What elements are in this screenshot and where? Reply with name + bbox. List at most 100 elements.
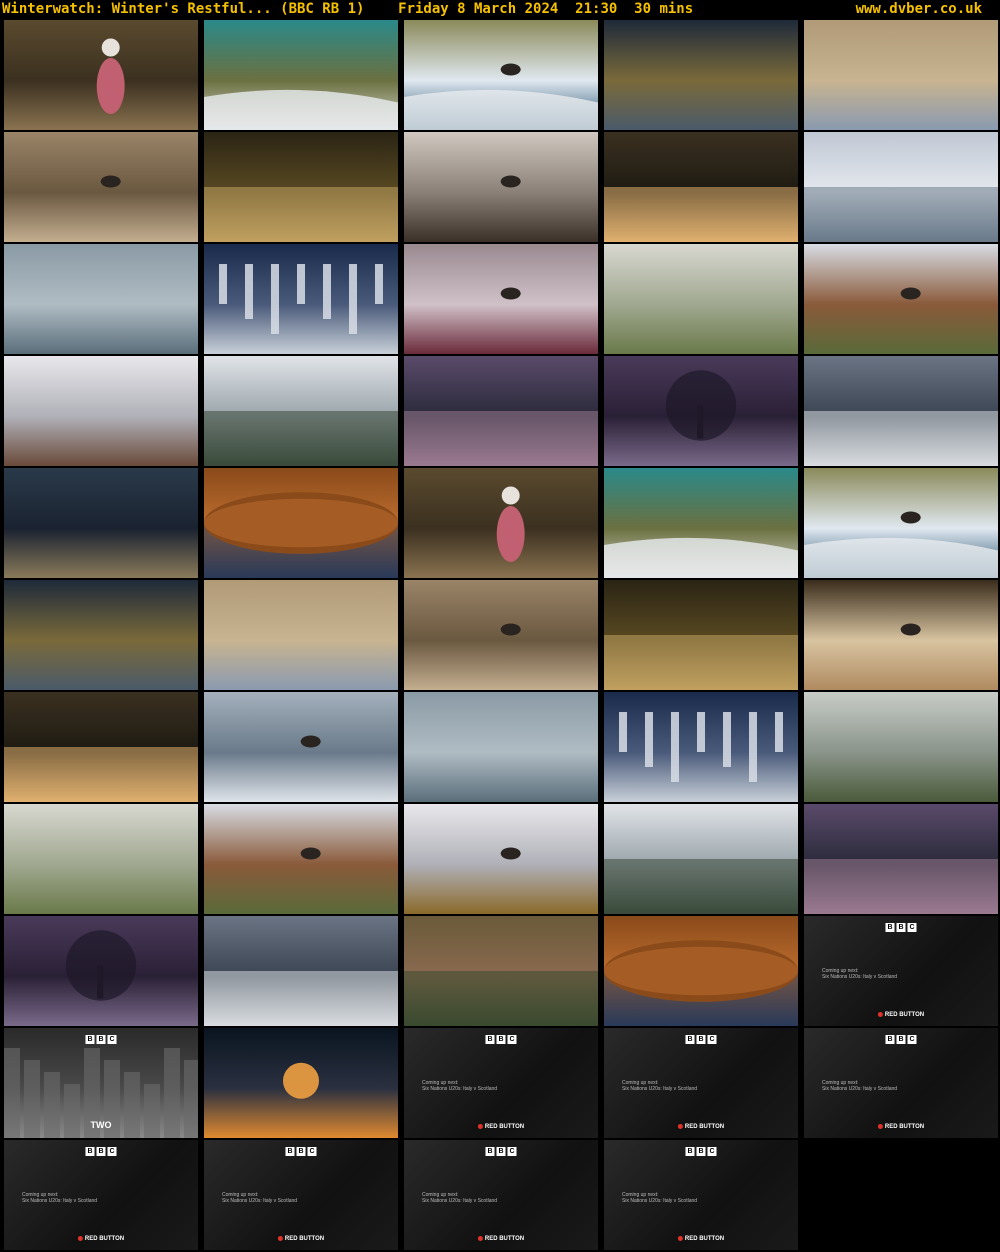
thumbnail-purple-tree[interactable]	[4, 916, 198, 1026]
next-programme: Six Nations U20s: Italy v Scotland	[222, 1198, 298, 1204]
thumbnail-image	[804, 692, 998, 802]
thumbnail-image	[204, 580, 398, 690]
bbc-logo-letter: C	[907, 923, 917, 932]
thumbnail-presenter-woods[interactable]	[4, 20, 198, 130]
bbc-logo: BBC	[485, 1147, 517, 1156]
thumbnail-pine-frost[interactable]	[604, 244, 798, 354]
thumbnail-misty-slope[interactable]	[404, 692, 598, 802]
site-link[interactable]: www.dvber.co.uk	[856, 0, 982, 18]
thumbnail-image	[604, 468, 798, 578]
thumbnail-image	[204, 244, 398, 354]
thumbnail-image	[4, 20, 198, 130]
thumbnail-reflected-clouds[interactable]	[204, 916, 398, 1026]
thumbnail-sunlit-pool[interactable]	[204, 132, 398, 242]
bbc-logo-letter: B	[85, 1035, 95, 1044]
thumbnail-bbc-card[interactable]: B B C Coming up next: Six Nations U20s: Ital…	[404, 1028, 598, 1138]
thumbnail-misty-slope[interactable]	[4, 244, 198, 354]
bbc-logo-letter: B	[96, 1147, 106, 1156]
coming-up-text: Coming up next: Six Nations U20s: Italy v…	[422, 1192, 497, 1204]
thumbnail-aerial-beach[interactable]	[604, 468, 798, 578]
bbc-logo-letter: C	[707, 1147, 717, 1156]
thumbnail-frosty-rocks[interactable]	[4, 468, 198, 578]
thumbnail-bbc-card[interactable]: B B C Coming up next: Six Nations U20s: Ital…	[404, 1140, 598, 1250]
coming-up-text: Coming up next: Six Nations U20s: Italy v…	[622, 1080, 697, 1092]
bbc-logo: BBC	[885, 1035, 917, 1044]
bbc-logo: BBC	[685, 1147, 717, 1156]
thumbnail-reflected-clouds[interactable]	[804, 356, 998, 466]
thumbnail-cormorant[interactable]	[404, 132, 598, 242]
thumbnail-bbc-card[interactable]: B B C Coming up next: Six Nations U20s: Ital…	[804, 916, 998, 1026]
thumbnail-presenter-woods[interactable]	[404, 468, 598, 578]
thumbnail-image	[4, 692, 198, 802]
thumbnail-sunlit-pool[interactable]	[604, 580, 798, 690]
thumbnail-image	[604, 916, 798, 1026]
thumbnail-aerial-beach[interactable]	[204, 20, 398, 130]
thumbnail-image	[204, 916, 398, 1026]
thumbnail-image	[604, 804, 798, 914]
bbc-logo-letter: B	[485, 1147, 495, 1156]
thumbnail-heron[interactable]	[804, 580, 998, 690]
bbc-logo-letter: B	[696, 1147, 706, 1156]
thumbnail-purple-loch-house[interactable]	[404, 356, 598, 466]
bbc-logo: BBC	[85, 1035, 117, 1044]
thumbnail-bbc-two-city[interactable]: B B C TWO	[4, 1028, 198, 1138]
thumbnail-reeds[interactable]	[204, 580, 398, 690]
thumbnail-frosty-pine[interactable]	[804, 692, 998, 802]
bbc-logo-letter: B	[496, 1035, 506, 1044]
thumbnail-berries-blackbird[interactable]	[404, 244, 598, 354]
thumbnail-autumn-hill-reflection[interactable]	[604, 916, 798, 1026]
thumbnail-snowy-field-river[interactable]	[204, 356, 398, 466]
bbc-logo-letter: B	[296, 1147, 306, 1156]
thumbnail-heron-flight-snow[interactable]	[204, 692, 398, 802]
thumbnail-snowy-mountain-loch[interactable]	[804, 132, 998, 242]
thumbnail-reed-birds[interactable]	[4, 132, 198, 242]
next-programme: Six Nations U20s: Italy v Scotland	[22, 1198, 98, 1204]
thumbnail-dark-ripples[interactable]	[4, 580, 198, 690]
thumbnail-snowy-branch-birds[interactable]	[204, 804, 398, 914]
red-button-label: RED BUTTON	[478, 1124, 524, 1130]
thumbnail-bbc-card[interactable]: B B C Coming up next: Six Nations U20s: Ital…	[604, 1140, 798, 1250]
thumbnail-image	[604, 356, 798, 466]
thumbnail-image	[804, 580, 998, 690]
bbc-logo-letter: B	[685, 1035, 695, 1044]
thumbnail-reed-birds[interactable]	[404, 580, 598, 690]
thumbnail-sunset-river[interactable]	[4, 692, 198, 802]
thumbnail-icicles[interactable]	[204, 244, 398, 354]
thumbnail-snowy-field-river[interactable]	[604, 804, 798, 914]
thumbnail-icicles[interactable]	[604, 692, 798, 802]
thumbnail-reed-shore-reflection[interactable]	[404, 916, 598, 1026]
coming-up-text: Coming up next: Six Nations U20s: Italy v…	[622, 1192, 697, 1204]
thumbnail-bbc-card[interactable]: B B C Coming up next: Six Nations U20s: Ital…	[804, 1028, 998, 1138]
coming-up-text: Coming up next: Six Nations U20s: Italy v…	[822, 968, 897, 980]
thumbnail-snowy-branch-birds[interactable]	[804, 244, 998, 354]
thumbnail-bbc-card[interactable]: B B C Coming up next: Six Nations U20s: Ital…	[204, 1140, 398, 1250]
bbc-logo-letter: C	[107, 1147, 117, 1156]
thumbnail-bbc-card[interactable]: B B C Coming up next: Six Nations U20s: Ital…	[604, 1028, 798, 1138]
red-button-label: RED BUTTON	[878, 1124, 924, 1130]
thumbnail-purple-loch-house[interactable]	[804, 804, 998, 914]
thumbnail-image	[804, 132, 998, 242]
thumbnail-image	[204, 1028, 398, 1138]
thumbnail-waves-birds[interactable]	[804, 468, 998, 578]
thumbnail-autumn-hill-reflection[interactable]	[204, 468, 398, 578]
next-programme: Six Nations U20s: Italy v Scotland	[622, 1086, 698, 1092]
bbc-logo-letter: B	[896, 923, 906, 932]
thumbnail-purple-tree[interactable]	[604, 356, 798, 466]
coming-up-text: Coming up next: Six Nations U20s: Italy v…	[422, 1080, 497, 1092]
thumbnail-bbc-card[interactable]: B B C Coming up next: Six Nations U20s: Ital…	[4, 1140, 198, 1250]
thumbnail-snowy-twigs-bird[interactable]	[404, 804, 598, 914]
thumbnail-image	[204, 132, 398, 242]
thumbnail-snowy-twigs[interactable]	[4, 356, 198, 466]
thumbnail-fire-dark[interactable]	[204, 1028, 398, 1138]
thumbnail-image	[204, 356, 398, 466]
red-button-label: RED BUTTON	[278, 1236, 324, 1242]
thumbnail-waves-birds[interactable]	[404, 20, 598, 130]
thumbnail-pine-frost[interactable]	[4, 804, 198, 914]
bbc-logo-letter: B	[285, 1147, 295, 1156]
thumbnail-reeds[interactable]	[804, 20, 998, 130]
thumbnail-sunset-river[interactable]	[604, 132, 798, 242]
thumbnail-image	[404, 356, 598, 466]
thumbnail-image	[404, 580, 598, 690]
thumbnail-image	[404, 804, 598, 914]
thumbnail-dark-ripples[interactable]	[604, 20, 798, 130]
